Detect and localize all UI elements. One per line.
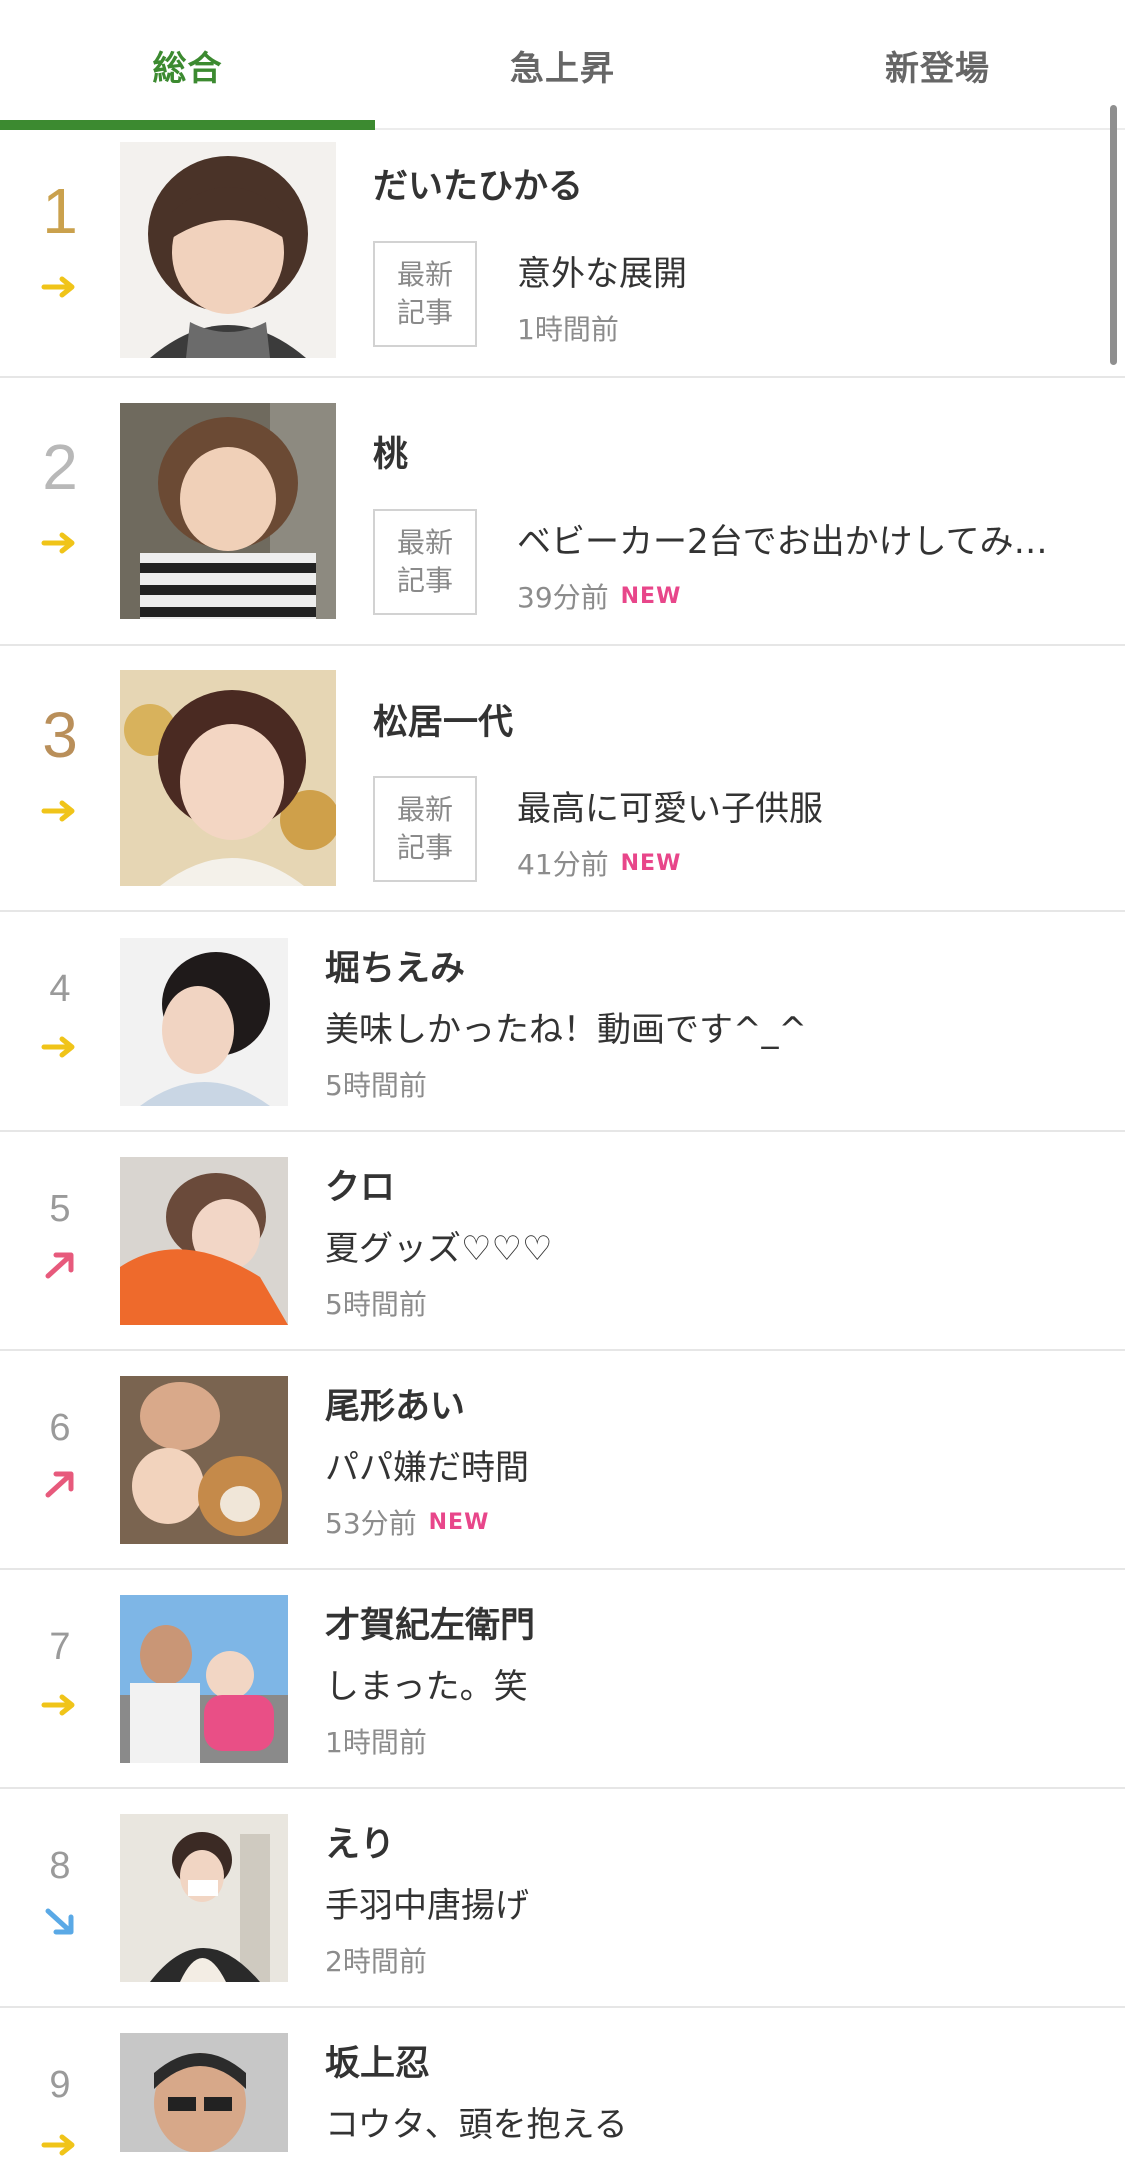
new-badge: NEW [620,583,682,609]
blogger-name[interactable]: クロ [325,1159,395,1210]
post-time: 39分前 NEW [517,576,681,616]
blogger-avatar[interactable] [120,938,288,1106]
ranking-row-8[interactable]: 8 えり 手羽中唐揚げ 2時間前 [0,1789,1125,2008]
ranking-row-3[interactable]: 3 松居一代 最新 記事 最高に可愛い子供服 41分前 NEW [0,646,1125,912]
latest-article-badge: 最新 記事 [373,509,477,615]
trend-up-icon [45,1471,74,1498]
blogger-avatar[interactable] [120,2033,288,2152]
rank-number: 6 [49,1407,71,1449]
rank-number: 5 [49,1188,71,1230]
blogger-name[interactable]: 桃 [373,426,408,477]
article-title[interactable]: パパ嫌だ時間 [325,1440,1085,1489]
latest-article-badge: 最新 記事 [373,241,477,347]
trend-flat-icon [41,2134,75,2156]
trend-up-icon [45,1252,74,1279]
blogger-avatar[interactable] [120,1376,288,1544]
article-title[interactable]: 美味しかったね！動画です^_^ [325,1002,1085,1051]
article-title[interactable]: 意外な展開 [517,246,1087,295]
rank-number: 3 [42,699,78,771]
post-time: 5時間前 [325,1283,427,1323]
blogger-avatar[interactable] [120,142,336,358]
time-text: 1時間前 [517,313,619,346]
article-title[interactable]: 夏グッズ♡♡♡ [325,1221,1085,1270]
ranking-row-1[interactable]: 1 だいたひかる 最新 記事 意外な展開 1時間前 [0,132,1125,378]
article-title[interactable]: しまった。笑 [325,1659,1085,1708]
time-text: 39分前 [517,581,609,614]
blogger-name[interactable]: 坂上忍 [325,2035,430,2086]
blogger-name[interactable]: だいたひかる [373,158,583,209]
rank-number: 4 [49,968,71,1010]
article-title[interactable]: 手羽中唐揚げ [325,1878,1085,1927]
post-time: 1時間前 [517,308,619,348]
post-time: 53分前 NEW [325,1502,489,1542]
scrollbar[interactable] [1110,105,1117,365]
blogger-name[interactable]: 堀ちえみ [325,940,465,991]
time-text: 53分前 [325,1507,417,1540]
badge-line1: 最新 [396,526,453,559]
article-title[interactable]: 最高に可愛い子供服 [517,781,1087,830]
badge-line1: 最新 [396,793,453,826]
rank-number: 1 [42,175,78,247]
badge-line1: 最新 [396,258,453,291]
trend-flat-icon [41,800,75,822]
ranking-row-7[interactable]: 7 才賀紀左衛門 しまった。笑 1時間前 [0,1570,1125,1789]
ranking-row-2[interactable]: 2 桃 最新 記事 ベビーカー2台でお出かけしてみ… 39分前 NEW [0,378,1125,646]
blogger-avatar[interactable] [120,403,336,619]
rank-number: 8 [49,1845,71,1887]
rank-number: 9 [49,2064,71,2106]
time-text: 2時間前 [325,1945,427,1978]
tab-rising[interactable]: 急上昇 [375,0,750,130]
tab-bar: 総合 急上昇 新登場 [0,0,1125,130]
active-tab-indicator [0,120,375,130]
blogger-avatar[interactable] [120,1595,288,1763]
tab-new-arrivals[interactable]: 新登場 [750,0,1125,130]
blogger-avatar[interactable] [120,1157,288,1325]
post-time: 41分前 NEW [517,843,681,883]
badge-line2: 記事 [396,296,453,329]
ranking-row-4[interactable]: 4 堀ちえみ 美味しかったね！動画です^_^ 5時間前 [0,912,1125,1132]
time-text: 5時間前 [325,1288,427,1321]
trend-flat-icon [41,1694,75,1716]
blogger-avatar[interactable] [120,1814,288,1982]
time-text: 1時間前 [325,1726,427,1759]
time-text: 41分前 [517,848,609,881]
new-badge: NEW [428,1509,490,1535]
latest-article-badge: 最新 記事 [373,776,477,882]
ranking-row-9[interactable]: 9 坂上忍 コウタ、頭を抱える [0,2008,1125,2156]
badge-line2: 記事 [396,564,453,597]
article-title[interactable]: コウタ、頭を抱える [325,2097,1085,2146]
new-badge: NEW [620,850,682,876]
rank-number: 2 [42,431,78,503]
article-title[interactable]: ベビーカー2台でお出かけしてみ… [517,514,1087,563]
ranking-row-5[interactable]: 5 クロ 夏グッズ♡♡♡ 5時間前 [0,1132,1125,1351]
time-text: 5時間前 [325,1069,427,1102]
blogger-name[interactable]: 松居一代 [373,694,513,745]
blogger-name[interactable]: 才賀紀左衛門 [325,1597,535,1648]
rank-number: 7 [49,1626,71,1668]
post-time: 2時間前 [325,1940,427,1980]
blogger-name[interactable]: えり [325,1816,395,1867]
blogger-name[interactable]: 尾形あい [325,1378,465,1429]
badge-line2: 記事 [396,831,453,864]
trend-down-icon [45,1908,74,1935]
trend-flat-icon [41,532,75,554]
trend-flat-icon [41,1036,75,1058]
ranking-row-6[interactable]: 6 尾形あい パパ嫌だ時間 53分前 NEW [0,1351,1125,1570]
trend-flat-icon [41,276,75,298]
post-time: 1時間前 [325,1721,427,1761]
tab-overall[interactable]: 総合 [0,0,375,130]
blogger-avatar[interactable] [120,670,336,886]
post-time: 5時間前 [325,1064,427,1104]
